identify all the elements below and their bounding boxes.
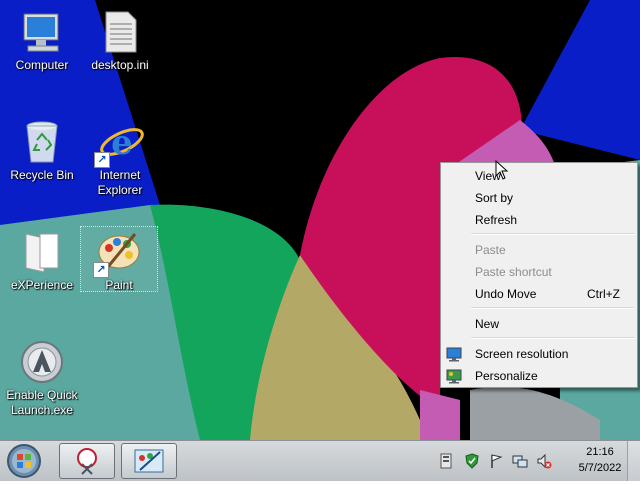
menu-item-paste[interactable]: Paste — [444, 240, 634, 260]
menu-item-shortcut: Ctrl+Z — [587, 287, 620, 301]
desktop-icon-paint[interactable]: ↗ Paint — [80, 226, 158, 292]
menu-item-refresh[interactable]: Refresh — [444, 210, 634, 230]
menu-separator — [471, 233, 634, 235]
system-tray: 21:16 5/7/2022 — [424, 441, 640, 481]
desktop-icon-computer[interactable]: Computer — [0, 8, 84, 73]
menu-separator — [471, 337, 634, 339]
clock-time[interactable]: 21:16 — [570, 446, 630, 458]
internet-explorer-icon: e ↗ — [94, 118, 144, 168]
desktop-context-menu: View Sort by Refresh Paste Paste shortcu… — [440, 162, 638, 388]
menu-item-label: Sort by — [475, 191, 514, 205]
quick-launch-icon — [18, 338, 66, 386]
taskbar-button-snipping-tool[interactable] — [59, 443, 115, 479]
action-center-flag-icon[interactable] — [488, 453, 504, 469]
desktop-icon-label: Internet Explorer — [97, 168, 143, 197]
shortcut-arrow-icon: ↗ — [93, 262, 109, 278]
menu-item-label: Screen resolution — [475, 347, 569, 361]
clock-date[interactable]: 5/7/2022 — [570, 462, 630, 474]
desktop-icon-internet-explorer[interactable]: e ↗ Internet Explorer — [78, 118, 162, 198]
menu-item-screen-resolution[interactable]: Screen resolution — [444, 344, 634, 364]
desktop-icon-label: Computer — [15, 58, 69, 72]
menu-item-personalize[interactable]: Personalize — [444, 366, 634, 386]
menu-item-label: Undo Move — [475, 287, 537, 301]
menu-item-label: Refresh — [475, 213, 518, 227]
desktop-icon-label: Paint — [105, 278, 133, 292]
monitor-icon — [446, 346, 462, 362]
menu-item-label: Paste shortcut — [475, 265, 552, 279]
menu-item-sort-by[interactable]: Sort by — [444, 188, 634, 208]
server-icon[interactable] — [438, 453, 454, 469]
desktop-icon-enable-quick-launch[interactable]: Enable Quick Launch.exe — [0, 338, 84, 418]
menu-item-view[interactable]: View — [444, 166, 634, 186]
show-desktop-button[interactable] — [627, 441, 640, 481]
start-button[interactable] — [4, 442, 44, 480]
desktop-icon-label: Recycle Bin — [10, 168, 74, 182]
desktop-icon-label: eXPerience — [10, 278, 74, 292]
menu-item-paste-shortcut[interactable]: Paste shortcut — [444, 262, 634, 282]
folder-icon — [18, 228, 66, 276]
desktop-icon-desktop-ini[interactable]: desktop.ini — [78, 8, 162, 73]
menu-item-label: Paste — [475, 243, 506, 257]
menu-item-undo-move[interactable]: Undo Move Ctrl+Z — [444, 284, 634, 304]
menu-item-new[interactable]: New — [444, 314, 634, 334]
menu-item-label: New — [475, 317, 500, 331]
recycle-bin-icon — [18, 118, 66, 166]
snipping-tool-icon — [77, 448, 97, 475]
personalize-icon — [446, 368, 462, 384]
menu-separator — [471, 307, 634, 309]
ini-file-icon — [96, 8, 144, 56]
security-shield-icon[interactable] — [464, 453, 480, 469]
desktop-icon-recycle-bin[interactable]: Recycle Bin — [0, 118, 84, 183]
menu-item-label: Personalize — [475, 369, 538, 383]
desktop-icon-experience[interactable]: eXPerience — [0, 228, 84, 293]
paint-icon: ↗ — [93, 228, 143, 278]
desktop-icon-label: desktop.ini — [91, 58, 149, 72]
svg-text:e: e — [111, 123, 133, 163]
taskbar-button-paint[interactable] — [121, 443, 177, 479]
computer-icon — [18, 8, 66, 56]
volume-muted-icon[interactable] — [536, 453, 552, 469]
desktop-icon-label: Enable Quick Launch.exe — [6, 388, 78, 417]
paint-icon — [134, 449, 164, 473]
network-icon[interactable] — [512, 453, 528, 469]
mouse-cursor-icon — [495, 160, 509, 180]
shortcut-arrow-icon: ↗ — [94, 152, 110, 168]
taskbar: 21:16 5/7/2022 — [0, 440, 640, 481]
